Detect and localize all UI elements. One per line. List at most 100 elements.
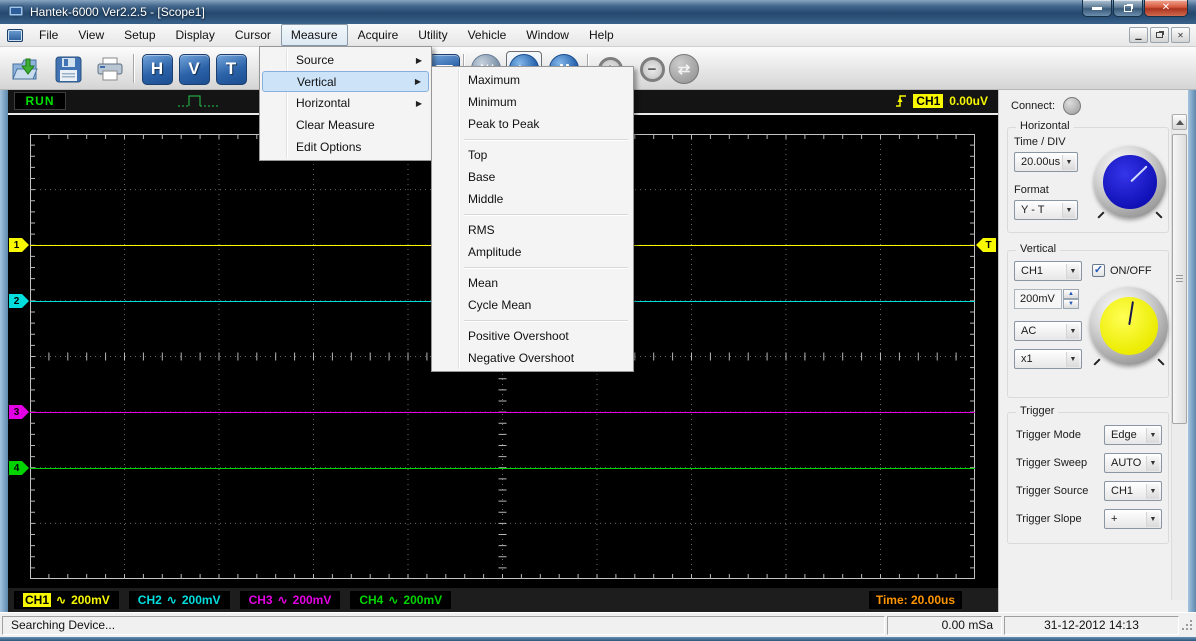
- zoom-out-button[interactable]: −: [634, 51, 670, 87]
- submenu-base[interactable]: Base: [434, 166, 631, 188]
- format-select[interactable]: Y - T ▼: [1014, 200, 1078, 220]
- menu-setup[interactable]: Setup: [114, 24, 165, 46]
- chevron-down-icon: ▼: [1062, 154, 1075, 170]
- horizontal-button[interactable]: H: [139, 51, 175, 87]
- trigger-readout: CH1 0.00uV: [895, 93, 988, 109]
- submenu-positive-overshoot[interactable]: Positive Overshoot: [434, 325, 631, 347]
- ch4-info[interactable]: CH4 ∿ 200mV: [350, 591, 452, 609]
- trigger-source-select[interactable]: CH1 ▼: [1104, 481, 1162, 501]
- menu-item-label: Middle: [468, 192, 504, 206]
- trigger-mode-select[interactable]: Edge ▼: [1104, 425, 1162, 445]
- checkbox-check-icon: ✓: [1093, 264, 1104, 276]
- submenu-minimum[interactable]: Minimum: [434, 91, 631, 113]
- coupling-value: AC: [1021, 325, 1037, 337]
- ch1-position-marker[interactable]: 1: [9, 238, 29, 252]
- menu-item-label: Source: [296, 53, 335, 67]
- probe-select[interactable]: x1 ▼: [1014, 349, 1082, 369]
- submenu-mean[interactable]: Mean: [434, 272, 631, 294]
- trigger-level-marker[interactable]: T: [976, 238, 996, 252]
- print-button[interactable]: [92, 51, 128, 87]
- child-window-icon[interactable]: [7, 28, 23, 42]
- timediv-select[interactable]: 20.00us ▼: [1014, 152, 1078, 172]
- app-icon: [8, 5, 24, 18]
- chevron-down-icon: ▼: [1066, 263, 1079, 279]
- format-value: Y - T: [1021, 204, 1045, 216]
- ch3-info[interactable]: CH3 ∿ 200mV: [239, 591, 341, 609]
- ch4-position-marker[interactable]: 4: [9, 461, 29, 475]
- onoff-checkbox[interactable]: ✓: [1092, 264, 1105, 277]
- menu-help[interactable]: Help: [579, 24, 624, 46]
- volts-value[interactable]: 200mV: [1014, 289, 1062, 309]
- ch2-position-marker[interactable]: 2: [9, 294, 29, 308]
- ch3-position-marker[interactable]: 3: [9, 405, 29, 419]
- volts-up-button[interactable]: ▲: [1063, 289, 1079, 299]
- menu-display[interactable]: Display: [166, 24, 225, 46]
- window-controls: ▬ ✕: [1081, 0, 1188, 17]
- mdi-restore-icon: [1156, 32, 1163, 38]
- submenu-peak-to-peak[interactable]: Peak to Peak: [434, 113, 631, 135]
- menu-cursor[interactable]: Cursor: [225, 24, 281, 46]
- measure-menu-horizontal[interactable]: Horizontal ▶: [262, 92, 429, 114]
- measure-menu-clear[interactable]: Clear Measure: [262, 114, 429, 136]
- timediv-label: Time / DIV: [1014, 136, 1066, 148]
- submenu-cycle-mean[interactable]: Cycle Mean: [434, 294, 631, 316]
- mdi-minimize-button[interactable]: ▁: [1129, 27, 1148, 43]
- menu-view[interactable]: View: [68, 24, 114, 46]
- chevron-down-icon: ▼: [1146, 483, 1159, 499]
- menu-measure[interactable]: Measure: [280, 24, 348, 46]
- ch1-coupling-icon: ∿: [56, 593, 67, 607]
- save-button[interactable]: [50, 51, 86, 87]
- swap-button[interactable]: ⇄: [666, 51, 702, 87]
- volts-down-button[interactable]: ▼: [1063, 299, 1079, 309]
- submenu-amplitude[interactable]: Amplitude: [434, 241, 631, 263]
- minimize-button[interactable]: ▬: [1082, 0, 1112, 17]
- submenu-middle[interactable]: Middle: [434, 188, 631, 210]
- open-icon: [12, 58, 38, 79]
- timediv-value: 20.00us: [1021, 156, 1061, 168]
- menu-item-label: Positive Overshoot: [468, 329, 569, 343]
- submenu-negative-overshoot[interactable]: Negative Overshoot: [434, 347, 631, 369]
- scrollbar-thumb[interactable]: [1172, 134, 1187, 424]
- onoff-row: ✓ ON/OFF: [1092, 264, 1152, 277]
- horizontal-knob[interactable]: [1094, 146, 1166, 218]
- measure-menu-source[interactable]: Source ▶: [262, 49, 429, 71]
- coupling-select[interactable]: AC ▼: [1014, 321, 1082, 341]
- knob-pointer: [1130, 164, 1148, 182]
- ch1-info[interactable]: CH1 ∿ 200mV: [14, 591, 119, 609]
- timebase-readout: Time: 20.00us: [868, 591, 962, 609]
- submenu-rms[interactable]: RMS: [434, 219, 631, 241]
- vertical-knob[interactable]: [1090, 287, 1168, 365]
- channel-select[interactable]: CH1 ▼: [1014, 261, 1082, 281]
- chevron-down-icon: ▼: [1066, 351, 1079, 367]
- submenu-top[interactable]: Top: [434, 144, 631, 166]
- ch4-trace: [30, 468, 975, 469]
- trigger-button[interactable]: T: [213, 51, 249, 87]
- open-button[interactable]: [8, 51, 44, 87]
- menu-vehicle[interactable]: Vehicle: [458, 24, 517, 46]
- menu-file[interactable]: File: [29, 24, 68, 46]
- menu-separator: [464, 267, 628, 268]
- trigger-mode-value: Edge: [1111, 429, 1137, 441]
- maximize-button[interactable]: [1113, 0, 1143, 17]
- mdi-close-button[interactable]: ✕: [1171, 27, 1190, 43]
- horizontal-group: Horizontal Time / DIV 20.00us ▼ Format Y…: [1007, 120, 1169, 233]
- submenu-maximum[interactable]: Maximum: [434, 69, 631, 91]
- measure-menu-edit-options[interactable]: Edit Options: [262, 136, 429, 158]
- trigger-slope-select[interactable]: + ▼: [1104, 509, 1162, 529]
- trigger-group: Trigger Trigger Mode Edge ▼ Trigger Swee…: [1007, 405, 1169, 544]
- chevron-down-icon: ▼: [1146, 427, 1159, 443]
- close-button[interactable]: ✕: [1144, 0, 1188, 17]
- menu-item-label: Horizontal: [296, 96, 351, 110]
- pulse-waveform-icon: [176, 93, 220, 115]
- menu-utility[interactable]: Utility: [408, 24, 457, 46]
- menu-window[interactable]: Window: [516, 24, 579, 46]
- measure-menu-vertical[interactable]: Vertical ▶: [262, 71, 429, 92]
- scroll-up-button[interactable]: [1172, 114, 1187, 130]
- ch2-volts: 200mV: [181, 593, 221, 607]
- trigger-sweep-select[interactable]: AUTO ▼: [1104, 453, 1162, 473]
- menu-acquire[interactable]: Acquire: [348, 24, 409, 46]
- vertical-button[interactable]: V: [176, 51, 212, 87]
- ch2-info[interactable]: CH2 ∿ 200mV: [128, 591, 230, 609]
- resize-grip-icon[interactable]: [1180, 618, 1194, 632]
- mdi-restore-button[interactable]: [1150, 27, 1169, 43]
